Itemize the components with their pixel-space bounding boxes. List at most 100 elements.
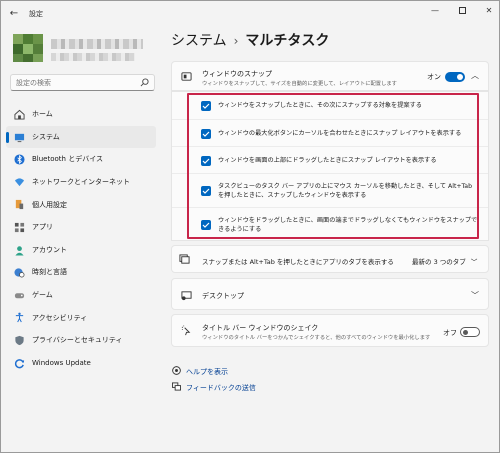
sidebar-item-bluetooth[interactable]: Bluetooth とデバイス (6, 148, 156, 171)
sidebar-item-label: プライバシーとセキュリティ (32, 336, 123, 345)
snap-title: ウィンドウのスナップ (202, 70, 272, 78)
chevron-down-icon[interactable]: ﹀ (471, 290, 479, 301)
system-icon (14, 133, 25, 142)
chevron-down-icon: ﹀ (470, 258, 478, 266)
checkbox-checked[interactable] (201, 186, 211, 196)
sidebar-item-time-language[interactable]: 時刻と言語 (6, 261, 156, 284)
alttab-card[interactable]: スナップまたは Alt+Tab を押したときにアプリのタブを表示する 最新の 3… (171, 245, 489, 273)
feedback-link[interactable]: フィードバックの送信 (186, 383, 256, 393)
shake-icon (181, 325, 191, 336)
sidebar-item-label: アカウント (32, 245, 67, 254)
close-icon: ✕ (485, 6, 493, 15)
help-link[interactable]: ヘルプを表示 (186, 367, 228, 377)
shake-toggle-label: オフ (443, 329, 457, 337)
sidebar-nav: ホーム システム Bluetooth とデバイス ネットワークとインターネット … (6, 103, 156, 374)
breadcrumb: システム › マルチタスク (171, 30, 329, 50)
sidebar-item-label: システム (32, 132, 60, 141)
desktops-title: デスクトップ (202, 292, 244, 300)
snap-layout-icon (181, 72, 192, 81)
windows-update-icon (14, 358, 25, 368)
shake-card[interactable]: タイトル バー ウィンドウのシェイク ウィンドウのタイトル バーをつかんでシェイ… (171, 314, 489, 347)
sidebar-item-apps[interactable]: アプリ (6, 216, 156, 239)
list-item[interactable]: ウィンドウをドラッグしたときに、画面の端までドラッグしなくてもウィンドウをスナッ… (172, 207, 488, 242)
maximize-button[interactable] (453, 4, 471, 18)
list-item[interactable]: ウィンドウを画面の上部にドラッグしたときにスナップ レイアウトを表示する (172, 146, 488, 173)
search-icon (140, 78, 149, 87)
sidebar-item-personalization[interactable]: 個人用設定 (6, 193, 156, 216)
list-item[interactable]: ウィンドウの最大化ボタンにカーソルを合わせたときにスナップ レイアウトを表示する (172, 119, 488, 146)
shield-icon (15, 335, 24, 346)
sidebar-item-accounts[interactable]: アカウント (6, 239, 156, 262)
app-title: 設定 (29, 10, 43, 18)
home-icon (14, 109, 25, 120)
shake-title: タイトル バー ウィンドウのシェイク (202, 324, 319, 332)
breadcrumb-parent[interactable]: システム (171, 33, 227, 49)
sidebar-item-label: ゲーム (32, 291, 53, 300)
sidebar-item-label: アプリ (32, 223, 53, 232)
personalization-icon (15, 200, 24, 210)
snap-options-list: ウィンドウをスナップしたときに、その次にスナップする対象を提案する ウィンドウの… (171, 91, 489, 241)
sidebar-item-label: 時刻と言語 (32, 268, 67, 277)
bluetooth-icon (14, 154, 25, 165)
breadcrumb-separator: › (233, 34, 239, 48)
back-arrow-icon: ← (9, 8, 19, 19)
snap-description: ウィンドウをスナップして、サイズを自動的に変更して、レイアウトに配置します (202, 81, 397, 87)
sidebar-item-network[interactable]: ネットワークとインターネット (6, 171, 156, 194)
profile-email-redacted (51, 53, 135, 61)
sidebar-item-home[interactable]: ホーム (6, 103, 156, 126)
time-language-icon (14, 268, 25, 278)
snap-option-label: ウィンドウを画面の上部にドラッグしたときにスナップ レイアウトを表示する (218, 157, 437, 164)
sidebar-item-label: ホーム (32, 110, 53, 119)
desktops-icon (181, 291, 192, 301)
accounts-icon (15, 245, 24, 256)
snap-windows-card[interactable]: ウィンドウのスナップ ウィンドウをスナップして、サイズを自動的に変更して、レイア… (171, 61, 489, 91)
snap-option-label: ウィンドウをドラッグしたときに、画面の端までドラッグしなくてもウィンドウをスナッ… (218, 217, 478, 233)
sidebar-item-privacy[interactable]: プライバシーとセキュリティ (6, 329, 156, 352)
sidebar-item-label: 個人用設定 (32, 200, 67, 209)
title-bar: ← 設定 — ✕ (1, 1, 499, 27)
snap-toggle-label: オン (427, 73, 441, 81)
profile-name-redacted (51, 39, 143, 49)
maximize-icon (458, 7, 466, 14)
checkbox-checked[interactable] (201, 220, 211, 230)
shake-toggle[interactable] (460, 327, 480, 337)
sidebar-item-accessibility[interactable]: アクセシビリティ (6, 306, 156, 329)
list-item[interactable]: ウィンドウをスナップしたときに、その次にスナップする対象を提案する (172, 92, 488, 119)
help-icon (172, 366, 181, 375)
alttab-select[interactable]: 最新の 3 つのタブ ﹀ (412, 256, 477, 266)
checkbox-checked[interactable] (201, 156, 211, 166)
avatar[interactable] (13, 34, 43, 62)
sidebar-item-label: アクセシビリティ (32, 313, 88, 322)
checkmark-icon (202, 131, 210, 137)
tabs-icon (179, 254, 190, 264)
page-title: マルチタスク (245, 33, 330, 49)
list-item[interactable]: タスクビューのタスク バー アプリの上にマウス カーソルを移動したとき、そして … (172, 173, 488, 207)
alttab-title: スナップまたは Alt+Tab を押したときにアプリのタブを表示する (202, 258, 394, 266)
sidebar-item-gaming[interactable]: ゲーム (6, 284, 156, 307)
sidebar-item-label: Bluetooth とデバイス (32, 155, 103, 164)
back-button[interactable]: ← (7, 7, 21, 21)
search-box[interactable] (10, 74, 155, 91)
checkmark-icon (202, 158, 210, 164)
snap-option-label: タスクビューのタスク バー アプリの上にマウス カーソルを移動したとき、そして … (218, 183, 473, 199)
checkmark-icon (202, 103, 210, 109)
sidebar-item-label: Windows Update (32, 358, 91, 367)
minimize-button[interactable]: — (426, 4, 444, 18)
search-input[interactable] (16, 78, 136, 88)
snap-option-label: ウィンドウをスナップしたときに、その次にスナップする対象を提案する (218, 102, 422, 109)
apps-icon (14, 222, 25, 233)
snap-toggle[interactable] (445, 72, 465, 82)
checkmark-icon (202, 222, 210, 228)
alttab-select-value: 最新の 3 つのタブ (412, 258, 466, 266)
chevron-up-icon[interactable]: ︿ (471, 70, 479, 81)
sidebar-item-windows-update[interactable]: Windows Update (6, 352, 156, 375)
network-icon (14, 178, 25, 186)
minimize-icon: — (431, 6, 439, 15)
desktops-card[interactable]: デスクトップ ﹀ (171, 278, 489, 310)
close-button[interactable]: ✕ (480, 4, 498, 18)
checkbox-checked[interactable] (201, 129, 211, 139)
checkbox-checked[interactable] (201, 101, 211, 111)
snap-option-label: ウィンドウの最大化ボタンにカーソルを合わせたときにスナップ レイアウトを表示する (218, 130, 462, 137)
sidebar-item-system[interactable]: システム (6, 125, 156, 149)
accessibility-icon (15, 312, 24, 323)
